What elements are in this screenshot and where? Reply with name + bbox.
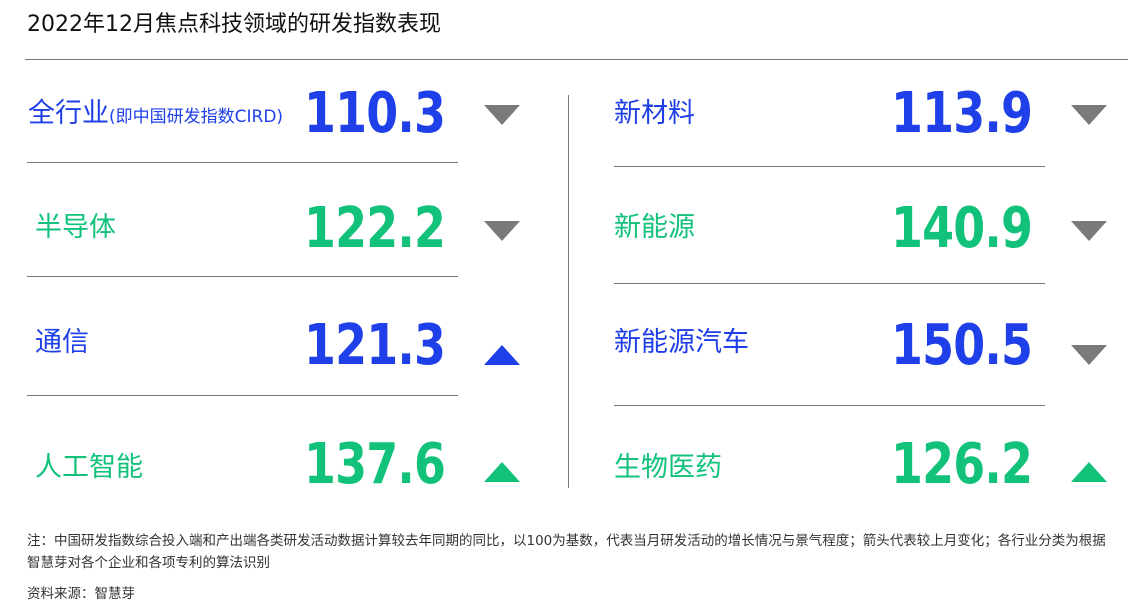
row-divider — [614, 405, 1045, 406]
index-value: 121.3 — [304, 313, 446, 378]
sector-label: 生物医药 — [614, 454, 722, 481]
arrow-up-icon — [483, 460, 521, 484]
arrow-down-icon — [483, 103, 521, 127]
sector-name: 全行业 — [28, 98, 109, 129]
sector-name: 通信 — [35, 327, 89, 358]
sector-label: 新能源汽车 — [614, 329, 749, 356]
sector-name: 新能源汽车 — [614, 327, 749, 358]
index-value: 126.2 — [891, 432, 1033, 497]
sector-subtitle: (即中国研发指数CIRD) — [109, 107, 284, 127]
sector-label: 半导体 — [35, 214, 116, 241]
row-divider — [27, 395, 458, 396]
center-divider — [568, 95, 569, 488]
index-value: 150.5 — [891, 313, 1033, 378]
sector-label: 全行业(即中国研发指数CIRD) — [28, 100, 283, 127]
row-divider — [27, 276, 458, 277]
row-divider — [614, 283, 1045, 284]
row-divider — [27, 162, 458, 163]
sector-name: 生物医药 — [614, 452, 722, 483]
source-note: 资料来源：智慧芽 — [27, 586, 135, 602]
sector-name: 半导体 — [35, 212, 116, 243]
footnote: 注：中国研发指数综合投入端和产出端各类研发活动数据计算较去年同期的同比，以100… — [27, 533, 1106, 571]
sector-label: 新材料 — [614, 100, 695, 127]
sector-label: 新能源 — [614, 214, 695, 241]
sector-label: 人工智能 — [35, 454, 143, 481]
sector-name: 新材料 — [614, 98, 695, 129]
arrow-down-icon — [1070, 343, 1108, 367]
arrow-down-icon — [1070, 219, 1108, 243]
index-value: 110.3 — [304, 81, 446, 146]
arrow-up-icon — [1070, 460, 1108, 484]
index-value: 122.2 — [304, 196, 446, 261]
arrow-down-icon — [483, 219, 521, 243]
sector-label: 通信 — [35, 329, 89, 356]
sector-name: 人工智能 — [35, 452, 143, 483]
arrow-up-icon — [483, 343, 521, 367]
page-title: 2022年12月焦点科技领域的研发指数表现 — [27, 12, 441, 37]
index-value: 137.6 — [304, 432, 446, 497]
index-value: 113.9 — [891, 81, 1033, 146]
sector-name: 新能源 — [614, 212, 695, 243]
row-divider — [614, 166, 1045, 167]
arrow-down-icon — [1070, 103, 1108, 127]
top-divider — [25, 59, 1128, 60]
index-value: 140.9 — [891, 196, 1033, 261]
